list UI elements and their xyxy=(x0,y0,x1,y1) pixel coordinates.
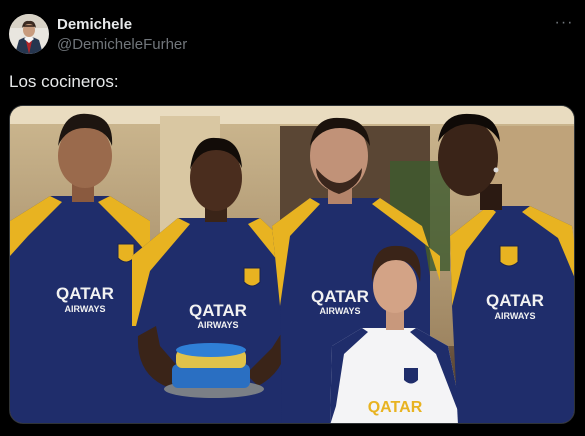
jersey-sponsor-line2: AIRWAYS xyxy=(494,311,535,321)
photo-scene: QATAR AIRWAYS QATAR AIRWAYS QATAR AIRWAY… xyxy=(10,106,574,423)
tweet-photo[interactable]: QATAR AIRWAYS QATAR AIRWAYS QATAR AIRWAY… xyxy=(9,105,575,424)
jersey-sponsor-line2: AIRWAYS xyxy=(319,306,360,316)
avatar[interactable] xyxy=(9,14,49,54)
user-handle[interactable]: @DemicheleFurher xyxy=(57,36,187,54)
jersey-sponsor-line2: AIRWAYS xyxy=(197,320,238,330)
jersey-sponsor-line1: QATAR xyxy=(311,287,369,306)
more-options-icon[interactable]: ··· xyxy=(553,15,575,34)
jersey-sponsor-line1: QATAR xyxy=(368,399,423,416)
avatar-image xyxy=(9,14,49,54)
jersey-sponsor-line1: QATAR xyxy=(189,301,247,320)
display-name[interactable]: Demichele xyxy=(57,16,187,34)
tweet-header: Demichele @DemicheleFurher ··· xyxy=(9,14,575,56)
jersey-sponsor-line2: AIRWAYS xyxy=(64,304,105,314)
jersey-sponsor-line1: QATAR xyxy=(56,284,114,303)
tweet: Demichele @DemicheleFurher ··· Los cocin… xyxy=(0,0,585,436)
author-names: Demichele @DemicheleFurher xyxy=(57,16,187,54)
jersey-sponsor-line1: QATAR xyxy=(486,291,544,310)
tweet-text: Los cocineros: xyxy=(9,72,119,91)
